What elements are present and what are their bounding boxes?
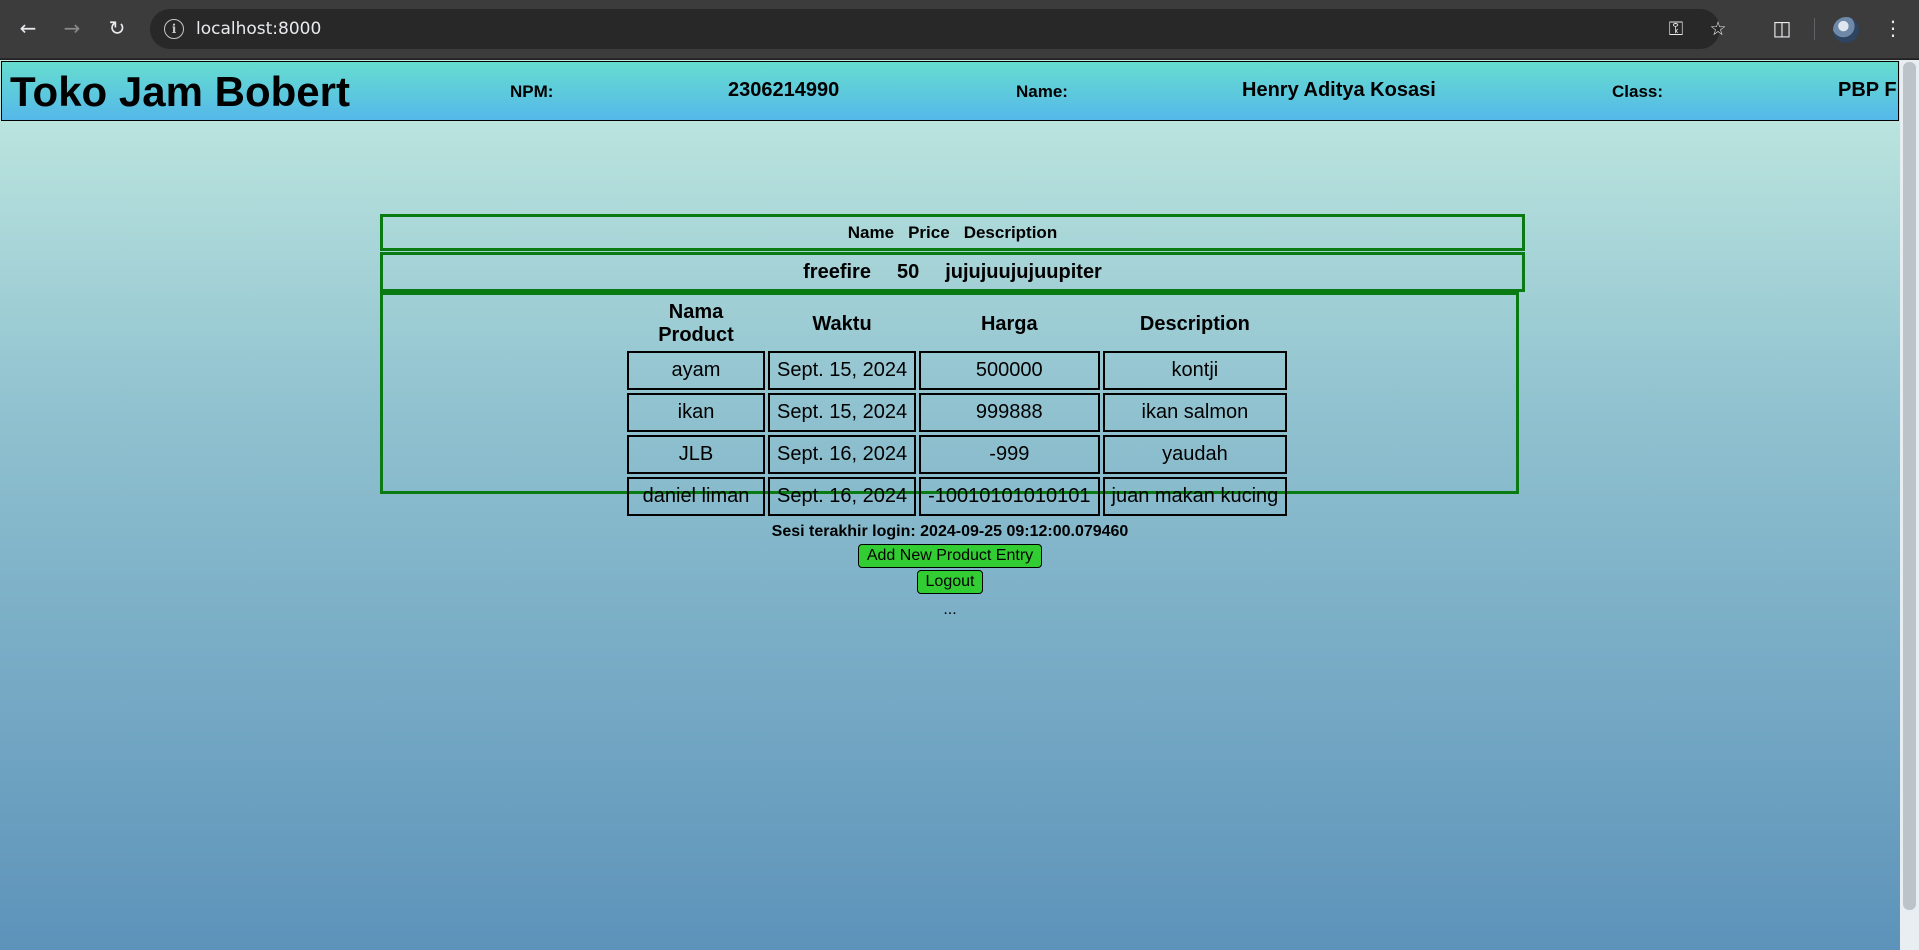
- add-product-wrapper: Add New Product Entry: [0, 544, 1900, 568]
- cell-harga: 999888: [919, 393, 1100, 432]
- cell-waktu: Sept. 15, 2024: [768, 351, 917, 390]
- site-header: Toko Jam Bobert NPM: 2306214990 Name: He…: [1, 61, 1899, 121]
- site-info-icon[interactable]: i: [164, 19, 184, 39]
- npm-value: 2306214990: [728, 79, 840, 101]
- column-header-waktu: Waktu: [812, 312, 872, 335]
- cell-product-name: ayam: [627, 351, 765, 390]
- column-header-harga: Harga: [980, 312, 1038, 335]
- table-row: ikan Sept. 15, 2024 999888 ikan salmon: [627, 393, 1288, 432]
- product-name-value: freefire: [803, 260, 871, 283]
- cell-waktu: Sept. 15, 2024: [768, 393, 917, 432]
- profile-avatar[interactable]: [1833, 17, 1859, 43]
- class-value: PBP F: [1838, 79, 1897, 101]
- reload-icon[interactable]: ↻: [103, 14, 131, 42]
- class-label: Class:: [1612, 82, 1664, 101]
- cell-waktu: Sept. 16, 2024: [768, 477, 917, 516]
- cell-description: yaudah: [1102, 435, 1288, 474]
- table-row: daniel liman Sept. 16, 2024 -10010101010…: [627, 477, 1288, 516]
- site-title: Toko Jam Bobert: [10, 68, 350, 115]
- cell-waktu: Sept. 16, 2024: [768, 435, 917, 474]
- toolbar-divider: [1814, 18, 1815, 40]
- column-header-description: Description: [1139, 312, 1250, 335]
- product-header-values: freefire 50 jujujuujujuupiter: [380, 252, 1525, 292]
- address-url[interactable]: localhost:8000: [196, 19, 321, 39]
- name-value: Henry Aditya Kosasi: [1242, 79, 1436, 101]
- scrollbar-thumb[interactable]: [1903, 62, 1916, 910]
- logout-wrapper: Logout: [0, 570, 1900, 594]
- cell-description: juan makan kucing: [1102, 477, 1288, 516]
- cell-product-name: JLB: [627, 435, 765, 474]
- address-bar[interactable]: i localhost:8000 ⚿ ☆: [150, 9, 1727, 49]
- product-description-label: Description: [963, 222, 1058, 242]
- product-table: Nama Product Waktu Harga Description aya…: [624, 297, 1290, 519]
- product-price-value: 50: [896, 260, 920, 283]
- cell-product-name: daniel liman: [627, 477, 765, 516]
- extensions-icon[interactable]: ◫: [1769, 15, 1795, 41]
- bookmark-star-icon[interactable]: ☆: [1706, 17, 1730, 41]
- forward-arrow-icon[interactable]: →: [58, 14, 86, 42]
- product-description-value: jujujuujujuupiter: [945, 260, 1102, 283]
- name-label: Name:: [1016, 82, 1068, 101]
- browser-toolbar: ← → ↻ i localhost:8000 ⚿ ☆ ◫ ⋮: [0, 0, 1919, 59]
- footer-ellipsis: ...: [943, 601, 957, 618]
- password-key-icon[interactable]: ⚿: [1664, 17, 1688, 41]
- product-price-label: Price: [908, 222, 950, 242]
- logout-button[interactable]: Logout: [916, 570, 984, 594]
- cell-harga: -10010101010101: [919, 477, 1100, 516]
- page-viewport: Toko Jam Bobert NPM: 2306214990 Name: He…: [0, 60, 1900, 950]
- product-header-labels: Name Price Description: [380, 214, 1525, 251]
- product-name-label: Name: [847, 222, 895, 242]
- table-row: JLB Sept. 16, 2024 -999 yaudah: [627, 435, 1288, 474]
- column-header-nama-product: Nama Product: [658, 301, 734, 346]
- back-arrow-icon[interactable]: ←: [14, 14, 42, 42]
- add-product-button[interactable]: Add New Product Entry: [857, 544, 1043, 568]
- table-row: ayam Sept. 15, 2024 500000 kontji: [627, 351, 1288, 390]
- cell-harga: 500000: [919, 351, 1100, 390]
- table-header-row: Nama Product Waktu Harga Description: [627, 300, 1287, 348]
- cell-description: ikan salmon: [1102, 393, 1288, 432]
- cell-description: kontji: [1102, 351, 1288, 390]
- menu-kebab-icon[interactable]: ⋮: [1880, 15, 1906, 41]
- product-table-container: Nama Product Waktu Harga Description aya…: [380, 292, 1519, 516]
- cell-harga: -999: [919, 435, 1100, 474]
- npm-label: NPM:: [510, 82, 554, 101]
- cell-product-name: ikan: [627, 393, 765, 432]
- last-login-text: Sesi terakhir login: 2024-09-25 09:12:00…: [771, 523, 1129, 540]
